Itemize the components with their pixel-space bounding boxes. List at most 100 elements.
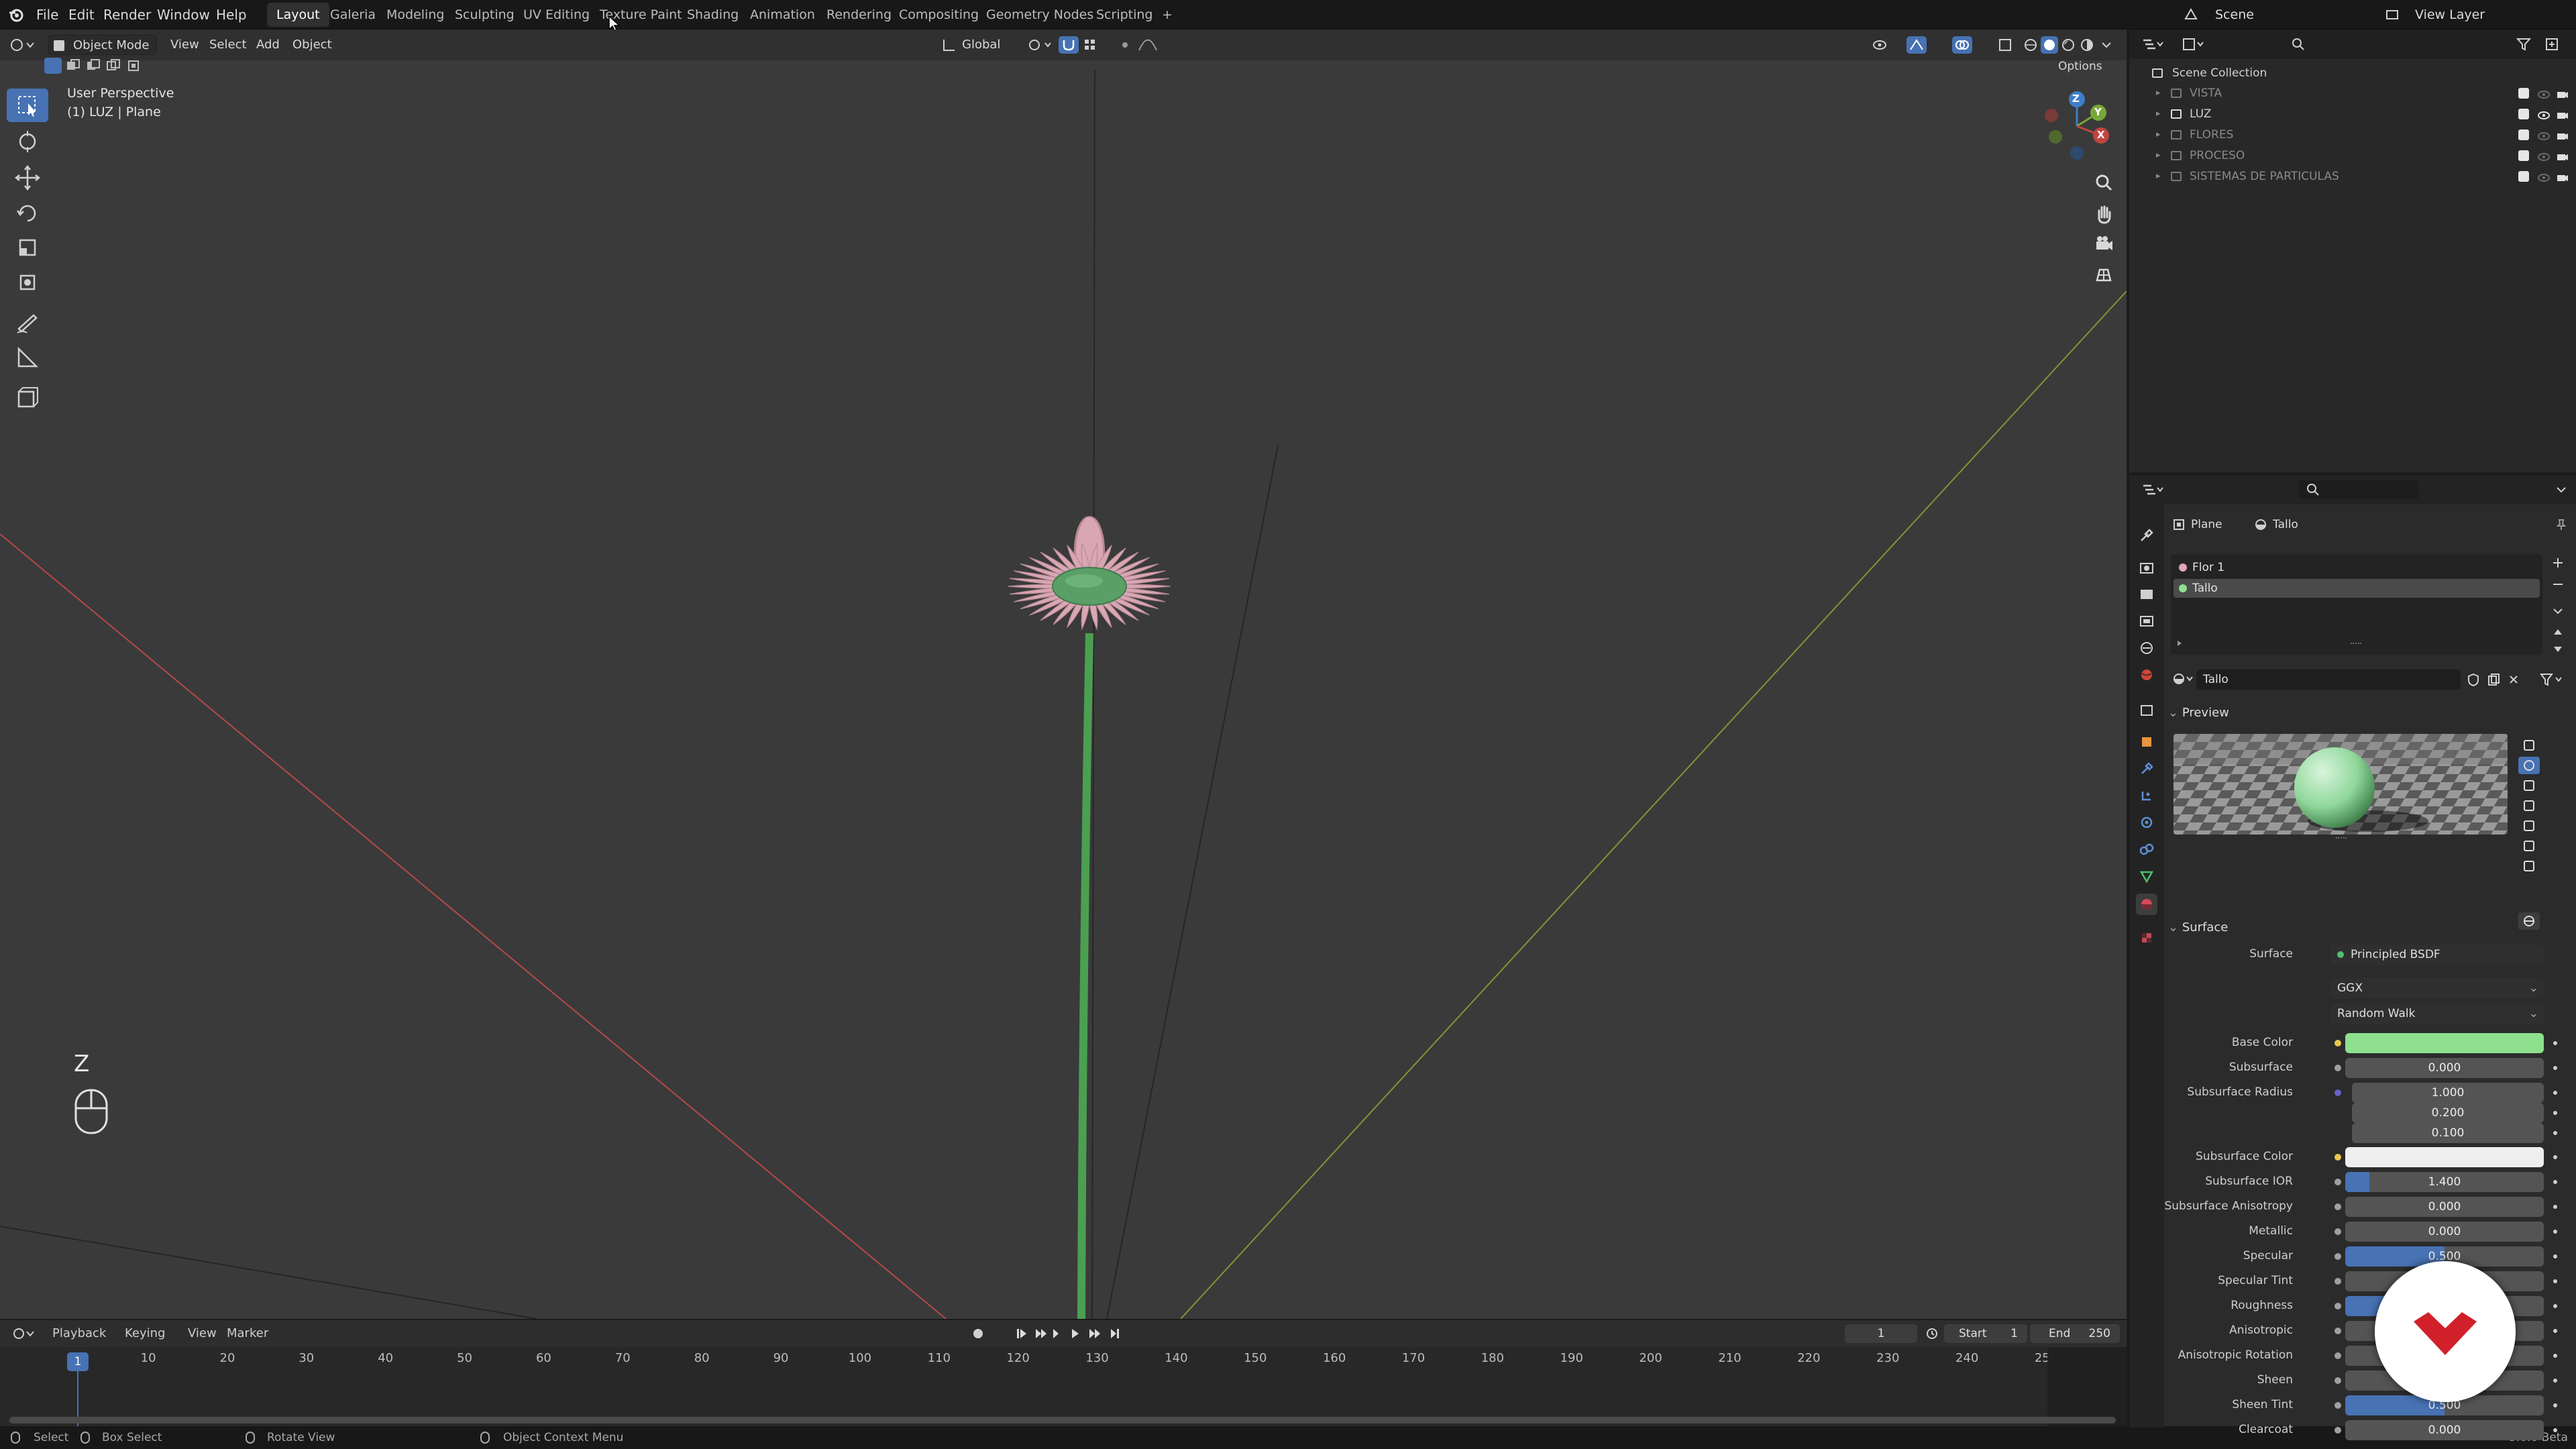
viewport-menu-object[interactable]: Object xyxy=(286,35,339,55)
value-slider-field[interactable]: 1.400 xyxy=(2345,1172,2544,1192)
visibility-icon[interactable] xyxy=(1872,38,1896,52)
expand-arrow-icon[interactable]: ▸ xyxy=(2156,104,2161,124)
material-slot-item[interactable]: Tallo xyxy=(2174,579,2540,598)
view-layer-icon[interactable] xyxy=(2384,7,2400,23)
visibility-eye-icon[interactable] xyxy=(2537,87,2551,99)
blender-logo-icon[interactable] xyxy=(8,7,24,23)
slot-specials-icon[interactable] xyxy=(2549,602,2567,620)
properties-editor-type-icon[interactable] xyxy=(2141,482,2165,498)
value-slider-field[interactable]: 0.000 xyxy=(2345,1420,2544,1440)
select-mode-subtract-icon[interactable] xyxy=(85,58,102,74)
scene-icon[interactable] xyxy=(2183,7,2199,23)
select-mode-new-icon[interactable] xyxy=(44,58,62,74)
tab-uv-editing[interactable]: UV Editing xyxy=(514,3,599,27)
value-slider-field[interactable]: 0.100 xyxy=(2352,1123,2544,1143)
timeline-ruler[interactable]: 10 20 30 40 50 60 70 80 90 100 110 120 130 140 150 160 1… xyxy=(0,1320,2127,1428)
outliner-filter-icon[interactable] xyxy=(2516,36,2536,52)
tab-modeling[interactable]: Modeling xyxy=(377,3,453,27)
preview-cloth-icon[interactable] xyxy=(2518,837,2540,855)
tool-annotate[interactable] xyxy=(7,306,48,339)
viewport-options-button[interactable]: Options xyxy=(2051,56,2109,76)
expand-arrow-icon[interactable]: ▸ xyxy=(2156,125,2161,145)
preview-hair-icon[interactable] xyxy=(2518,797,2540,814)
outliner-editor-type-icon[interactable] xyxy=(2141,36,2165,52)
tool-scale[interactable] xyxy=(7,231,48,264)
exclude-checkbox[interactable] xyxy=(2518,129,2529,140)
tab-sculpting[interactable]: Sculpting xyxy=(445,3,524,27)
pan-hand-icon[interactable] xyxy=(2089,199,2118,228)
tab-data-icon[interactable] xyxy=(2136,865,2157,887)
tool-transform[interactable] xyxy=(7,266,48,299)
shading-material-icon[interactable] xyxy=(2061,38,2076,52)
keyframe-dot-icon[interactable] xyxy=(2553,1230,2557,1234)
keyframe-dot-icon[interactable] xyxy=(2553,1329,2557,1333)
select-mode-intersect-icon[interactable] xyxy=(105,58,122,74)
keyframe-dot-icon[interactable] xyxy=(2553,1091,2557,1095)
slot-expand-icon[interactable] xyxy=(2175,639,2184,648)
tab-rendering[interactable]: Rendering xyxy=(817,3,901,27)
outliner[interactable]: Scene Collection ▸ VISTA ▸ LUZ ▸ FLORES ▸ PROCE… xyxy=(2128,30,2576,472)
shading-options-icon[interactable] xyxy=(2100,38,2113,52)
tab-physics-icon[interactable] xyxy=(2136,812,2157,833)
tab-compositing[interactable]: Compositing xyxy=(890,3,988,27)
tab-particles-icon[interactable] xyxy=(2136,785,2157,806)
distribution-dropdown[interactable]: GGX ⌄ xyxy=(2330,978,2544,998)
keyframe-dot-icon[interactable] xyxy=(2553,1254,2557,1258)
preview-flat-icon[interactable] xyxy=(2518,737,2540,754)
tab-texture-paint[interactable]: Texture Paint xyxy=(590,3,692,27)
render-camera-icon[interactable] xyxy=(2556,129,2569,141)
tool-move[interactable] xyxy=(7,161,48,195)
preview-cube-icon[interactable] xyxy=(2518,777,2540,794)
snap-target-icon[interactable] xyxy=(1083,38,1110,52)
display-mode-icon[interactable] xyxy=(2182,36,2206,52)
viewport-menu-view[interactable]: View xyxy=(164,35,206,55)
slot-list-resize-handle[interactable] xyxy=(2351,643,2361,647)
tab-material-icon[interactable] xyxy=(2136,894,2157,915)
tab-object-icon[interactable] xyxy=(2136,731,2157,753)
outliner-collection-row[interactable]: ▸ SISTEMAS DE PARTICULAS xyxy=(2129,166,2576,186)
value-slider-field[interactable]: 0.200 xyxy=(2352,1103,2544,1123)
menu-file[interactable]: File xyxy=(36,0,58,30)
tab-render-icon[interactable] xyxy=(2136,557,2157,578)
viewport-menu-add[interactable]: Add xyxy=(250,35,286,55)
render-camera-icon[interactable] xyxy=(2556,150,2569,162)
preview-monkey-icon[interactable] xyxy=(2518,817,2540,835)
outliner-collection-row[interactable]: ▸ VISTA xyxy=(2129,83,2576,103)
shading-solid-icon[interactable] xyxy=(2041,36,2058,54)
properties-search-field[interactable] xyxy=(2298,480,2419,499)
tab-geometry-nodes[interactable]: Geometry Nodes xyxy=(977,3,1103,27)
preview-sphere-icon[interactable] xyxy=(2518,757,2540,774)
outliner-collection-row[interactable]: ▸ LUZ xyxy=(2129,104,2576,124)
scene-collection-row[interactable]: Scene Collection xyxy=(2129,63,2576,83)
tab-tool-icon[interactable] xyxy=(2136,525,2157,546)
value-slider-field[interactable]: 0.000 xyxy=(2345,1197,2544,1217)
tool-rotate[interactable] xyxy=(7,196,48,229)
subsurface-method-dropdown[interactable]: Random Walk ⌄ xyxy=(2330,1004,2544,1024)
keyframe-dot-icon[interactable] xyxy=(2553,1155,2557,1159)
color-swatch-field[interactable] xyxy=(2345,1147,2544,1167)
add-workspace-button[interactable]: + xyxy=(1152,3,1182,27)
menu-help[interactable]: Help xyxy=(216,0,247,30)
tab-scene-icon[interactable] xyxy=(2136,637,2157,659)
tab-collection-icon[interactable] xyxy=(2136,699,2157,720)
expand-arrow-icon[interactable]: ▸ xyxy=(2156,146,2161,166)
visibility-eye-icon[interactable] xyxy=(2537,150,2551,162)
menu-window[interactable]: Window xyxy=(157,0,210,30)
select-mode-invert-icon[interactable] xyxy=(125,58,142,74)
shading-rendered-icon[interactable] xyxy=(2080,38,2094,52)
value-slider-field[interactable]: 0.000 xyxy=(2345,1222,2544,1242)
surface-panel-header[interactable]: ⌄ Surface xyxy=(2168,916,2571,939)
visibility-eye-icon[interactable] xyxy=(2537,108,2551,120)
keyframe-dot-icon[interactable] xyxy=(2553,1379,2557,1383)
duplicate-material-icon[interactable] xyxy=(2485,671,2502,688)
tab-galeria[interactable]: Galeria xyxy=(321,3,385,27)
visibility-eye-icon[interactable] xyxy=(2537,129,2551,141)
overlays-toggle-icon[interactable] xyxy=(1952,36,1972,54)
exclude-checkbox[interactable] xyxy=(2518,150,2529,161)
snap-toggle-icon[interactable] xyxy=(1059,36,1079,54)
tab-modifier-icon[interactable] xyxy=(2136,758,2157,780)
material-browse-icon[interactable] xyxy=(2171,669,2195,688)
tab-world-icon[interactable] xyxy=(2136,664,2157,686)
pin-icon[interactable] xyxy=(2555,518,2568,531)
value-slider-field[interactable]: 1.000 xyxy=(2352,1083,2544,1103)
